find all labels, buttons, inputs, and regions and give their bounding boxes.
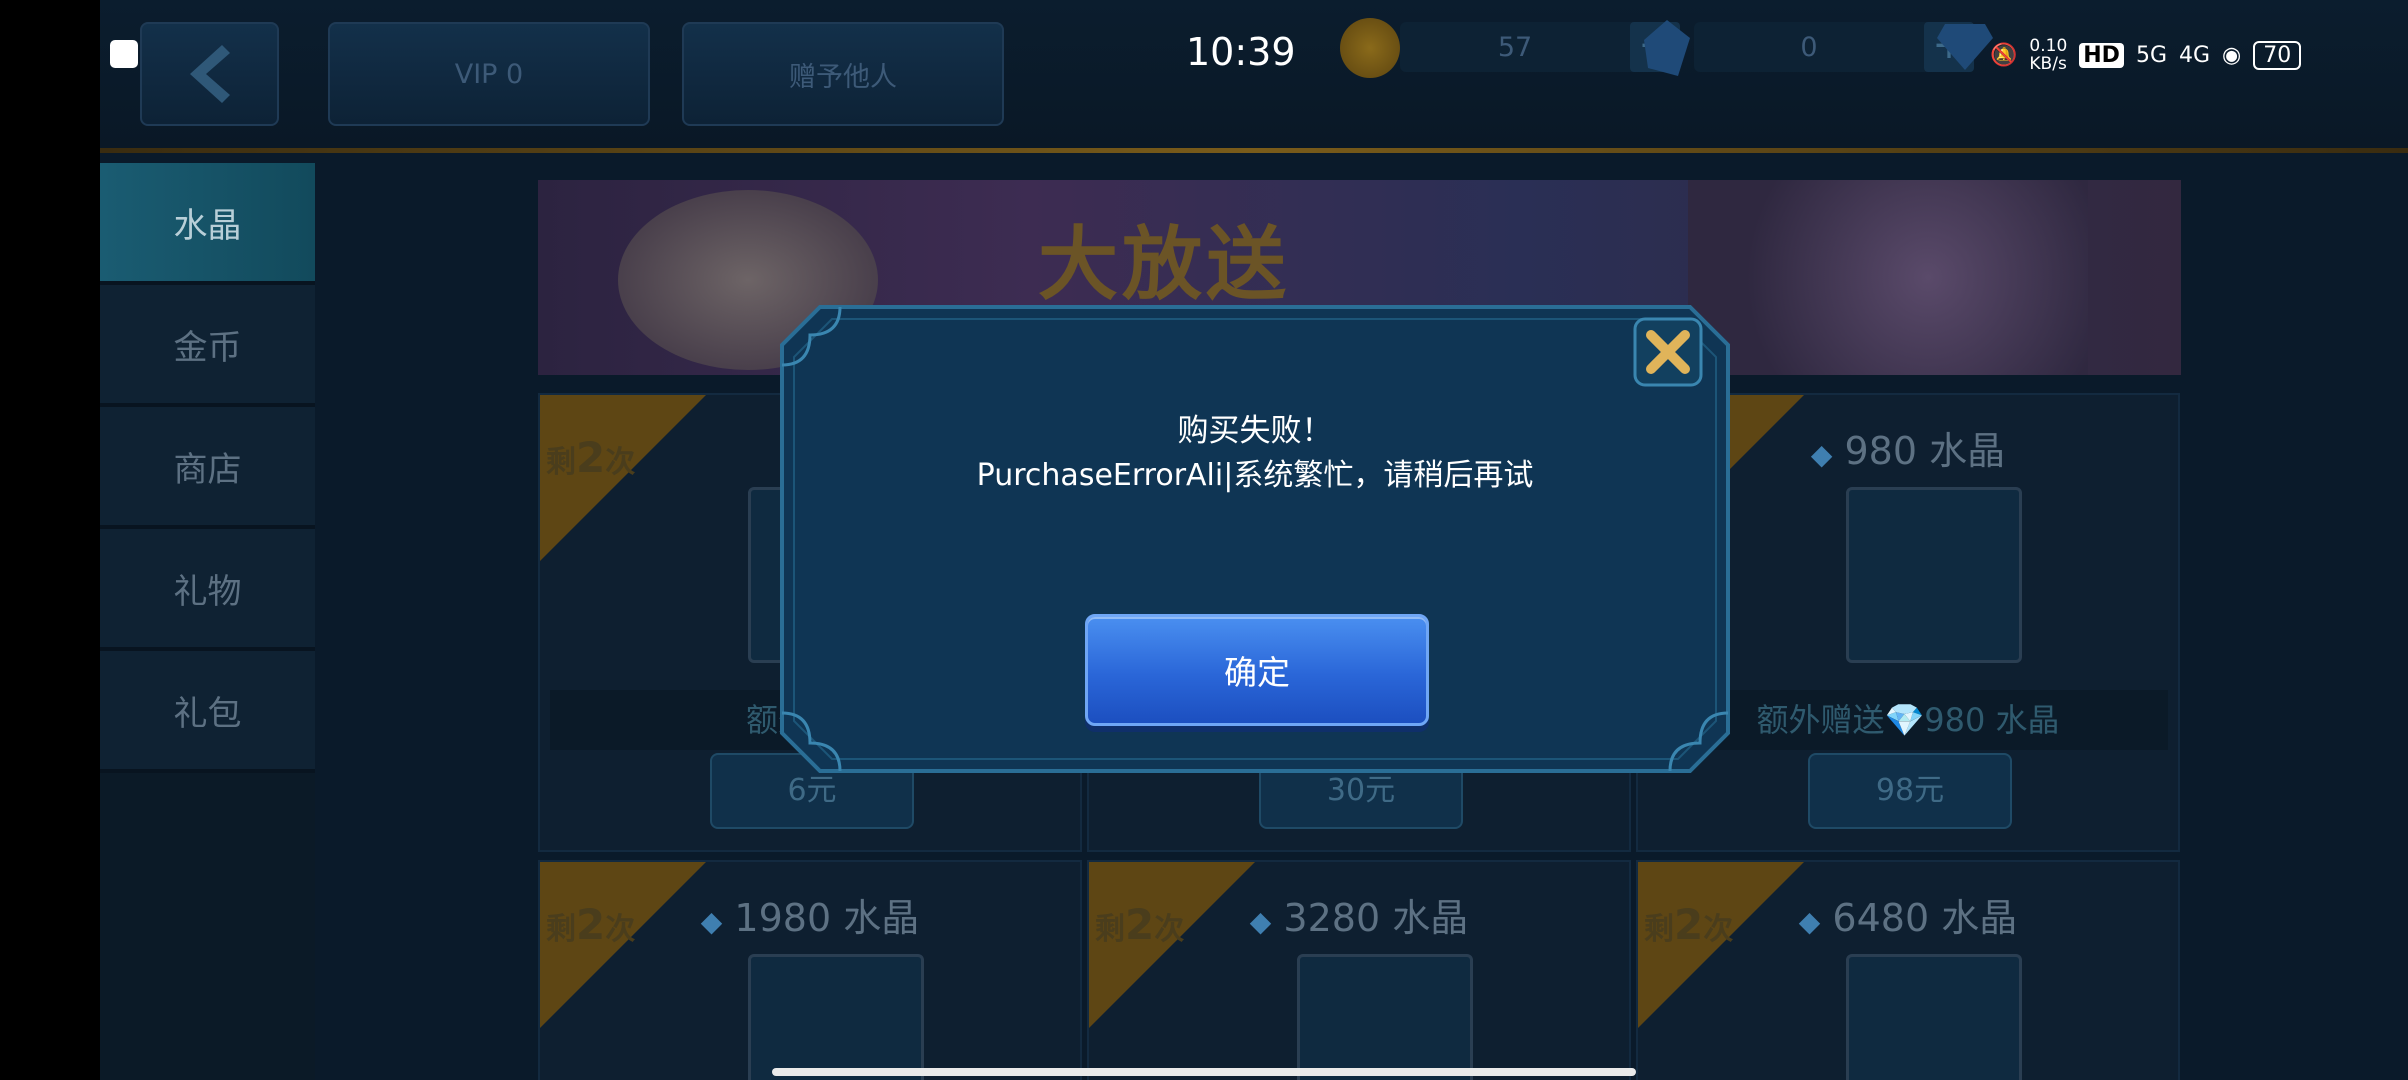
category-sidebar: 水晶 金币 商店 礼物 礼包	[100, 163, 315, 1080]
card-title: 980 水晶	[1844, 429, 2006, 473]
battery-indicator: 70	[2253, 40, 2302, 70]
ribbon-suffix: 次	[605, 445, 636, 480]
crystal-pack-image	[1846, 954, 2022, 1080]
confirm-label: 确定	[1224, 653, 1290, 692]
net-speed: 0.10	[2029, 36, 2068, 56]
signal-4g: 4G	[2179, 42, 2211, 68]
crystal-pack-image	[1297, 954, 1473, 1080]
status-icons: 🔕 0.10 KB/s HD 5G 4G ◉ 70	[1990, 30, 2302, 80]
gold-coin-icon	[1340, 18, 1400, 78]
banner-character-image	[1688, 180, 2088, 375]
signal-5g: 5G	[2135, 42, 2167, 68]
sidebar-item-label: 礼物	[173, 571, 242, 612]
ribbon-count: 2	[576, 433, 606, 482]
sidebar-item-label: 水晶	[173, 205, 242, 246]
gift-label: 赠予他人	[789, 61, 897, 93]
crystal-pack-image	[1846, 487, 2022, 663]
card-title: 6480 水晶	[1832, 896, 2018, 940]
sidebar-item-label: 商店	[173, 449, 242, 490]
gem-icon	[1935, 22, 1995, 72]
mute-icon: 🔕	[1990, 42, 2018, 68]
gem-icon: ◆	[1810, 438, 1833, 471]
back-button[interactable]	[140, 22, 279, 126]
sidebar-item-gold[interactable]: 金币	[100, 285, 315, 407]
card-title: 1980 水晶	[734, 896, 920, 940]
banner-title: 大放送	[1038, 218, 1290, 311]
crystal-count: 0	[1800, 31, 1818, 63]
crystal-pack-card[interactable]: 剩2次 ◆ 1980 水晶	[538, 860, 1082, 1080]
sidebar-item-package[interactable]: 礼包	[100, 651, 315, 773]
wifi-icon: ◉	[2222, 42, 2242, 68]
top-bar-divider	[100, 148, 2408, 153]
close-icon	[1633, 317, 1703, 387]
status-time: 10:39	[1186, 30, 1296, 74]
vip-button[interactable]: VIP 0	[328, 22, 650, 126]
home-indicator[interactable]	[772, 1068, 1636, 1076]
gem-icon: ◆	[1798, 905, 1821, 938]
hd-badge: HD	[2079, 42, 2124, 68]
crystal-pack-card[interactable]: 剩2次 ◆ 3280 水晶	[1087, 860, 1631, 1080]
net-speed-unit: KB/s	[2029, 54, 2067, 74]
sidebar-item-shop[interactable]: 商店	[100, 407, 315, 529]
ribbon-prefix: 剩	[546, 445, 576, 480]
gift-to-others-button[interactable]: 赠予他人	[682, 22, 1004, 126]
gem-icon: ◆	[700, 905, 723, 938]
gold-counter: 57 +	[1400, 22, 1680, 72]
confirm-button[interactable]: 确定	[1085, 614, 1429, 726]
sidebar-item-label: 礼包	[173, 693, 242, 734]
purchase-error-dialog: 购买失败！ PurchaseErrorAli|系统繁忙，请稍后再试 确定	[780, 305, 1730, 773]
crystal-icon	[1640, 18, 1694, 78]
crystal-pack-card[interactable]: 剩2次 ◆ 6480 水晶	[1636, 860, 2180, 1080]
dialog-title: 购买失败！	[1177, 413, 1333, 449]
sidebar-item-crystal[interactable]: 水晶	[100, 163, 315, 285]
price-button[interactable]: 98元	[1808, 753, 2012, 829]
dialog-message: PurchaseErrorAli|系统繁忙，请稍后再试	[976, 458, 1534, 493]
sidebar-item-gift[interactable]: 礼物	[100, 529, 315, 651]
card-title: 3280 水晶	[1283, 896, 1469, 940]
gem-icon: ◆	[1249, 905, 1272, 938]
crystal-counter: 0 +	[1694, 22, 1974, 72]
close-button[interactable]	[1633, 317, 1703, 387]
vip-label: VIP 0	[454, 58, 524, 90]
sidebar-item-label: 金币	[173, 327, 242, 368]
crystal-pack-image	[748, 954, 924, 1080]
app-notification-icon	[110, 40, 138, 68]
gold-count: 57	[1497, 31, 1533, 63]
back-icon	[189, 45, 230, 103]
